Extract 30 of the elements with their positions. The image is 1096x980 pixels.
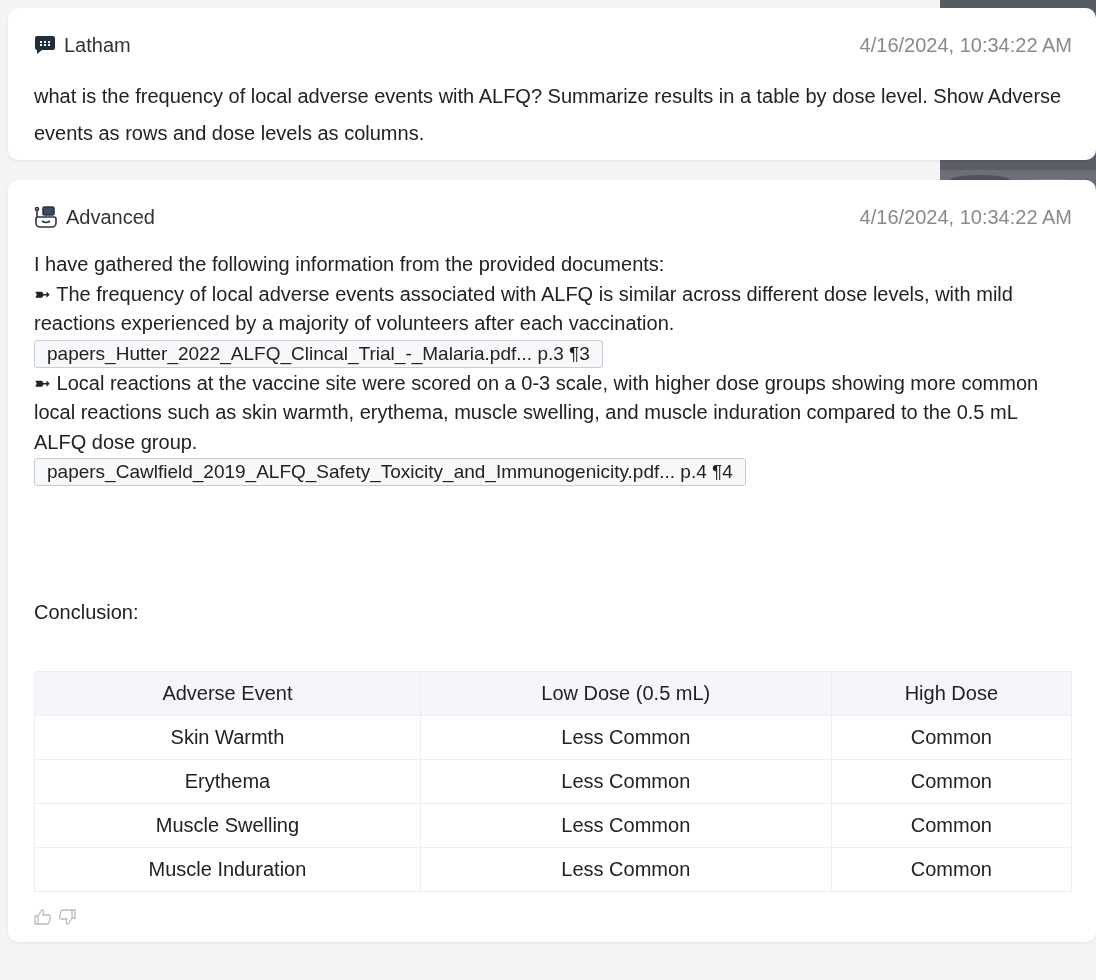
bullet-text: ➼ The frequency of local adverse events associated with ALFQ is similar across different dose levels, with mild reactions experienced by a majority of volunteers after each vaccination. [34,281,1014,336]
table-cell: Less Common [420,715,832,760]
conclusion-label: Conclusion: [34,600,140,625]
table-cell: Common [831,803,1072,848]
chat-icon [34,35,56,55]
citation-chip[interactable]: papers_Cawlfield_2019_ALFQ_Safety_Toxicity_and_Immunogenicity.pdf... p.4 ¶4 [34,458,746,486]
table-cell: Less Common [420,759,832,804]
author-name: Latham [64,33,131,57]
table-cell: Common [831,715,1072,760]
table-cell: Common [831,847,1072,892]
table-cell: Muscle Induration [34,847,421,892]
table-cell: Common [831,759,1072,804]
column-header: Low Dose (0.5 mL) [420,671,832,716]
timestamp: 4/16/2024, 10:34:22 AM [859,205,1072,229]
table-cell: Less Common [420,847,832,892]
robot-icon [34,206,58,228]
bullet-text: ➼ Local reactions at the vaccine site were scored on a 0-3 scale, with higher dose groups showing more common local reactions such as skin warmth, erythema, muscle swelling, and muscle induration compared to the 0.5 mL ALFQ dose group. [34,370,1040,455]
table-cell: Less Common [420,803,832,848]
column-header: High Dose [831,671,1072,716]
table-cell: Muscle Swelling [34,803,421,848]
timestamp: 4/16/2024, 10:34:22 AM [859,33,1072,57]
author-name: Advanced [66,205,155,229]
thumbs-up-icon[interactable] [34,908,52,926]
table-cell: Erythema [34,759,421,804]
thumbs-down-icon[interactable] [58,908,76,926]
table-cell: Skin Warmth [34,715,421,760]
message-text: what is the frequency of local adverse events with ALFQ? Summarize results in a table by dose level. Show Adverse events as rows and dose levels as columns. [34,84,1063,146]
column-header: Adverse Event [34,671,421,716]
message-text: I have gathered the following information from the provided documents: [34,252,666,277]
citation-chip[interactable]: papers_Hutter_2022_ALFQ_Clincal_Trial_-_Malaria.pdf... p.3 ¶3 [34,339,603,368]
